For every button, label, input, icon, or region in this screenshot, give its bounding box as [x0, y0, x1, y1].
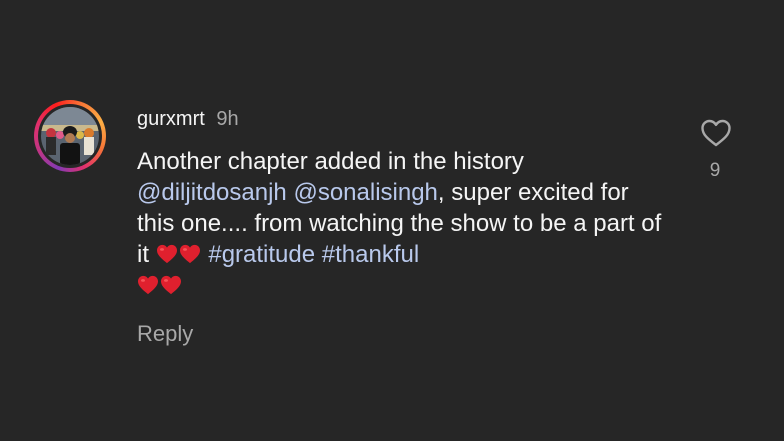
red-heart-emoji — [156, 244, 177, 264]
avatar-story-ring[interactable] — [34, 100, 106, 172]
comment-text: Another chapter added in the history @di… — [137, 146, 667, 301]
username[interactable]: gurxmrt — [137, 108, 205, 130]
reply-button[interactable]: Reply — [137, 321, 193, 347]
comment-text-segment — [315, 241, 322, 268]
red-heart-emoji — [179, 244, 200, 264]
red-heart-emoji — [161, 275, 181, 295]
hashtag-gratitude[interactable]: #gratitude — [208, 241, 315, 268]
mention-sonalisingh[interactable]: @sonalisingh — [293, 179, 437, 206]
red-heart-emoji — [138, 275, 158, 295]
mention-diljitdosanjh[interactable]: @diljitdosanjh — [137, 179, 287, 206]
like-count: 9 — [709, 160, 721, 181]
comment-text-segment: Another chapter added in the history — [137, 148, 524, 175]
comment-header: gurxmrt 9h — [137, 108, 239, 131]
timestamp: 9h — [216, 108, 239, 130]
avatar — [41, 107, 99, 165]
hashtag-thankful[interactable]: #thankful — [322, 241, 419, 268]
heart-outline-icon[interactable] — [700, 118, 732, 148]
